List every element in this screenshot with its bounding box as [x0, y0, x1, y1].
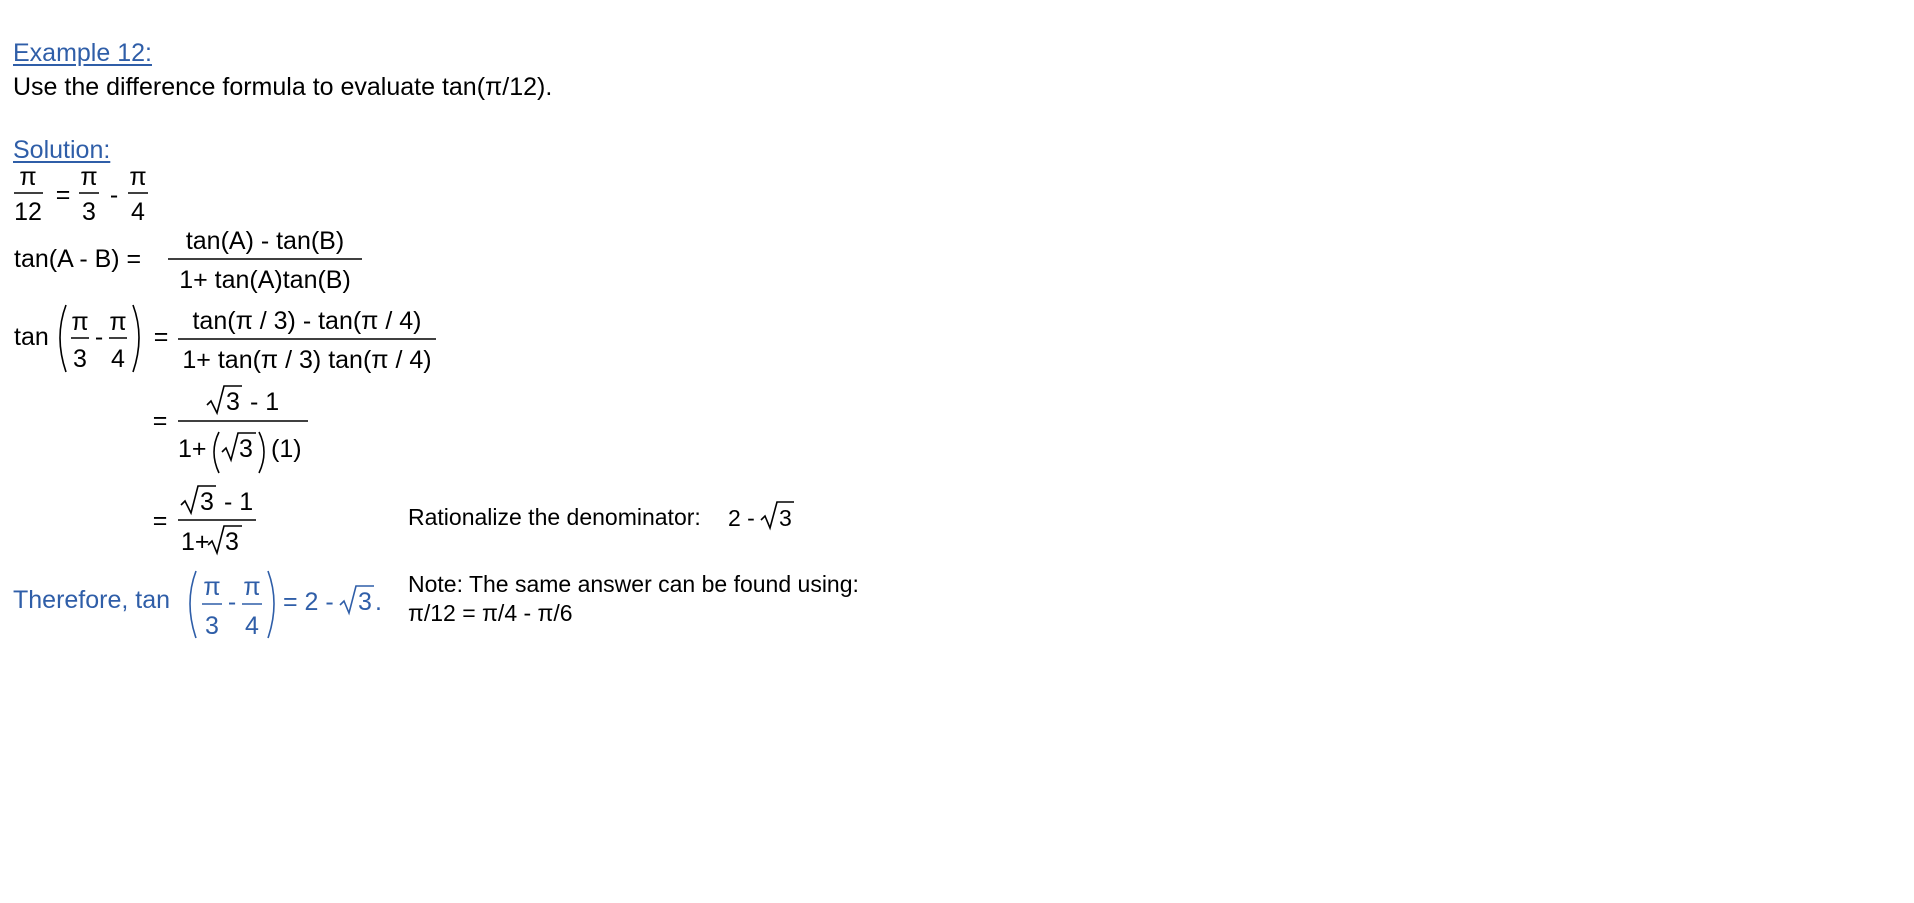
- minus-sign: -: [228, 588, 236, 616]
- equation-simplified: = 3 - 1 1+ 3: [153, 485, 256, 556]
- equals-sign: =: [154, 323, 169, 351]
- formula-lhs: tan(A - B) =: [14, 245, 141, 273]
- fraction-numerator: π: [71, 308, 88, 336]
- rationalize-expression: 2 - 3: [728, 501, 794, 531]
- radicand: 3: [239, 435, 253, 463]
- tan-function: tan: [14, 323, 49, 351]
- numerator-rest: - 1: [250, 388, 279, 416]
- fraction-numerator: π: [80, 163, 97, 191]
- solution-heading: Solution:: [13, 136, 111, 164]
- rationalize-note: Rationalize the denominator:: [408, 504, 701, 530]
- formula-denominator: 1+ tan(A)tan(B): [179, 266, 351, 294]
- note-line-2: π/12 = π/4 - π/6: [408, 600, 573, 626]
- fraction-numerator: π: [19, 163, 36, 191]
- equals-sign: =: [153, 407, 168, 435]
- therefore-label: Therefore, tan: [13, 586, 171, 614]
- note-line-1: Note: The same answer can be found using…: [408, 571, 859, 597]
- fraction-denominator: 4: [245, 612, 259, 640]
- denominator-end: (1): [271, 435, 302, 463]
- equation-substitution: tan π 3 - π 4 = tan(π / 3) - tan(π / 4) …: [14, 304, 436, 374]
- radicand: 3: [226, 388, 240, 416]
- therefore-expression: π 3 - π 4 = 2 - 3 .: [189, 570, 382, 640]
- equation-angle-split: π 12 = π 3 - π 4: [14, 163, 148, 226]
- minus-sign: -: [95, 323, 103, 351]
- fraction-numerator: π: [243, 573, 260, 601]
- result-end: .: [375, 588, 382, 616]
- example-heading: Example 12:: [13, 39, 152, 67]
- fraction-numerator: π: [203, 573, 220, 601]
- radicand: 3: [358, 588, 372, 616]
- fraction-numerator: π: [109, 308, 126, 336]
- fraction-denominator: 3: [205, 612, 219, 640]
- example-prompt: Use the difference formula to evaluate t…: [13, 73, 553, 101]
- radicand: 3: [225, 528, 239, 556]
- equation-evaluated: = 3 - 1 1+ 3 (1): [153, 385, 308, 474]
- substitution-denominator: 1+ tan(π / 3) tan(π / 4): [182, 346, 431, 374]
- fraction-denominator: 4: [111, 345, 125, 373]
- fraction-denominator: 3: [73, 345, 87, 373]
- denominator-start: 1+: [181, 528, 210, 556]
- fraction-numerator: π: [129, 163, 146, 191]
- equals-sign: =: [56, 181, 71, 209]
- denominator-start: 1+: [178, 435, 207, 463]
- radicand: 3: [779, 505, 792, 531]
- formula-numerator: tan(A) - tan(B): [186, 227, 344, 255]
- minus-sign: -: [110, 181, 118, 209]
- equation-difference-formula: tan(A - B) = tan(A) - tan(B) 1+ tan(A)ta…: [14, 227, 362, 294]
- expression-start: 2 -: [728, 505, 755, 531]
- result-start: = 2 -: [283, 588, 334, 616]
- equals-sign: =: [153, 507, 168, 535]
- radicand: 3: [200, 488, 214, 516]
- numerator-rest: - 1: [224, 488, 253, 516]
- substitution-numerator: tan(π / 3) - tan(π / 4): [192, 307, 421, 335]
